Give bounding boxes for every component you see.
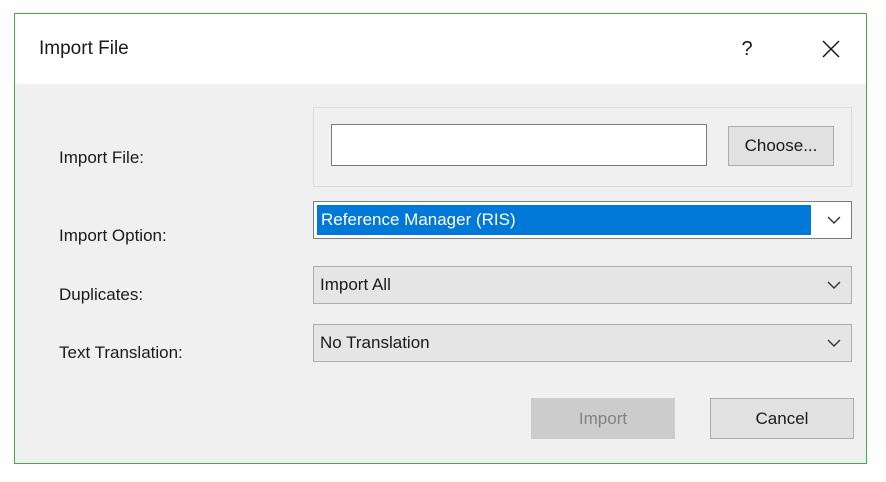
close-button[interactable]: [811, 32, 851, 66]
help-button[interactable]: ?: [727, 32, 767, 66]
text-translation-select[interactable]: No Translation: [313, 324, 852, 362]
dialog-title: Import File: [39, 38, 129, 59]
import-option-label: Import Option:: [59, 226, 167, 245]
text-translation-value: No Translation: [320, 333, 430, 352]
chevron-down-icon: [827, 281, 841, 289]
import-file-input[interactable]: [331, 124, 707, 166]
import-button[interactable]: Import: [531, 398, 675, 439]
title-bar: Import File ?: [15, 14, 866, 84]
cancel-button[interactable]: Cancel: [710, 398, 854, 439]
import-file-group: Choose...: [313, 107, 852, 187]
chevron-down-icon: [827, 339, 841, 347]
import-file-dialog: Import File ? Import File: Choose... Imp…: [14, 13, 867, 464]
close-icon: [822, 40, 840, 58]
import-option-value: Reference Manager (RIS): [321, 210, 516, 229]
choose-button[interactable]: Choose...: [728, 126, 834, 166]
chevron-down-icon: [827, 216, 841, 224]
duplicates-label: Duplicates:: [59, 285, 144, 304]
duplicates-select[interactable]: Import All: [313, 266, 852, 304]
import-option-select[interactable]: Reference Manager (RIS): [313, 201, 852, 239]
text-translation-label: Text Translation:: [59, 343, 183, 362]
duplicates-value: Import All: [320, 275, 391, 294]
import-option-selection-highlight: Reference Manager (RIS): [317, 205, 811, 235]
import-file-label: Import File:: [59, 148, 145, 167]
